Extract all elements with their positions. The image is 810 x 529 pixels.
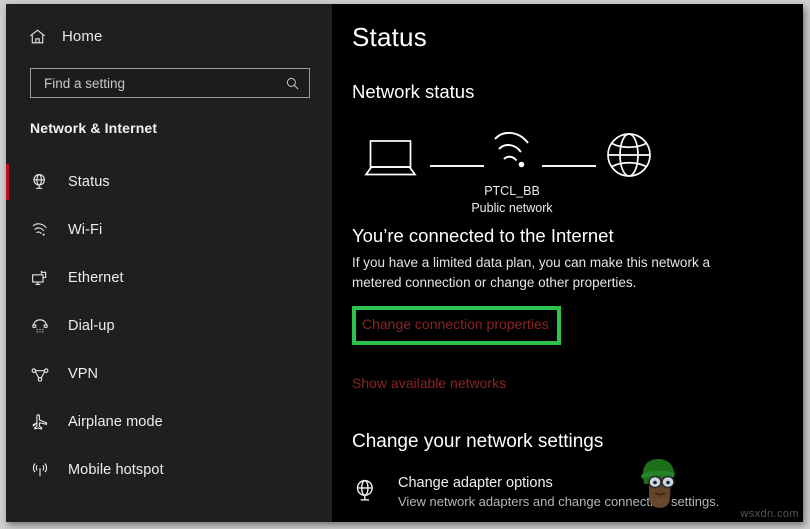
change-network-settings-heading: Change your network settings	[352, 431, 604, 452]
dialup-phone-icon	[30, 316, 60, 336]
connected-description: If you have a limited data plan, you can…	[352, 255, 710, 290]
sidebar-item-label: Ethernet	[68, 270, 124, 286]
wifi-icon	[30, 220, 60, 240]
selection-accent-bar	[6, 452, 9, 488]
sidebar-item-label: Home	[62, 27, 103, 45]
sidebar-item-vpn[interactable]: VPN	[6, 350, 332, 398]
network-name: PTCL_BB	[484, 184, 540, 198]
ethernet-icon	[30, 268, 60, 288]
wifi-signal-icon	[490, 126, 536, 183]
home-icon	[28, 27, 58, 46]
annotation-highlight-box: Change connection properties	[352, 306, 561, 345]
settings-sidebar: Home Network & Internet	[6, 4, 332, 522]
sidebar-item-label: Status	[68, 174, 110, 190]
network-globe-icon	[30, 172, 60, 192]
search-box[interactable]	[30, 68, 310, 98]
vpn-nodes-icon	[30, 364, 60, 384]
airplane-icon	[30, 412, 60, 432]
globe-icon	[602, 128, 656, 187]
laptop-icon	[362, 133, 420, 186]
diagram-caption: PTCL_BB Public network	[432, 183, 592, 217]
hotspot-broadcast-icon	[30, 460, 60, 480]
selection-accent-bar	[6, 404, 9, 440]
settings-window: Home Network & Internet	[6, 4, 803, 522]
sidebar-item-label: Mobile hotspot	[68, 462, 164, 478]
network-globe-icon	[352, 475, 398, 510]
change-adapter-options-title: Change adapter options	[398, 475, 553, 491]
change-adapter-options-row[interactable]: Change adapter options View network adap…	[352, 475, 803, 510]
selection-accent-bar	[6, 260, 9, 296]
sidebar-nav-list: Status Wi-Fi Ethernet Dial-up VPN Airpla…	[6, 158, 332, 494]
sidebar-item-label: Wi-Fi	[68, 222, 103, 238]
diagram-wire-device-to-network	[430, 165, 484, 167]
watermark-text: wsxdn.com	[740, 508, 799, 520]
change-connection-properties-link[interactable]: Change connection properties	[362, 316, 549, 332]
page-title: Status	[352, 22, 427, 52]
sidebar-item-status[interactable]: Status	[6, 158, 332, 206]
sidebar-item-mobile-hotspot[interactable]: Mobile hotspot	[6, 446, 332, 494]
search-input[interactable]	[44, 75, 283, 91]
search-icon[interactable]	[283, 76, 301, 91]
selection-accent-bar	[6, 356, 9, 392]
sidebar-item-wifi[interactable]: Wi-Fi	[6, 206, 332, 254]
sidebar-item-home[interactable]: Home	[6, 14, 332, 58]
selection-accent-bar	[6, 164, 9, 200]
connected-heading: You’re connected to the Internet	[352, 225, 614, 246]
sidebar-item-label: Airplane mode	[68, 414, 163, 430]
sidebar-item-airplane-mode[interactable]: Airplane mode	[6, 398, 332, 446]
show-available-networks-link[interactable]: Show available networks	[352, 375, 506, 391]
network-type: Public network	[471, 201, 553, 215]
sidebar-item-label: Dial-up	[68, 318, 115, 334]
network-diagram: PTCL_BB Public network	[352, 123, 672, 215]
sidebar-section-title: Network & Internet	[30, 120, 158, 136]
main-content: Status Network status PTCL_BB Public net…	[332, 4, 803, 522]
sidebar-item-label: VPN	[68, 366, 99, 382]
sidebar-item-ethernet[interactable]: Ethernet	[6, 254, 332, 302]
selection-accent-bar	[6, 212, 9, 248]
sidebar-item-dialup[interactable]: Dial-up	[6, 302, 332, 350]
selection-accent-bar	[6, 308, 9, 344]
diagram-wire-network-to-internet	[542, 165, 596, 167]
change-adapter-options-subtitle: View network adapters and change connect…	[398, 494, 720, 509]
network-status-heading: Network status	[352, 81, 475, 102]
